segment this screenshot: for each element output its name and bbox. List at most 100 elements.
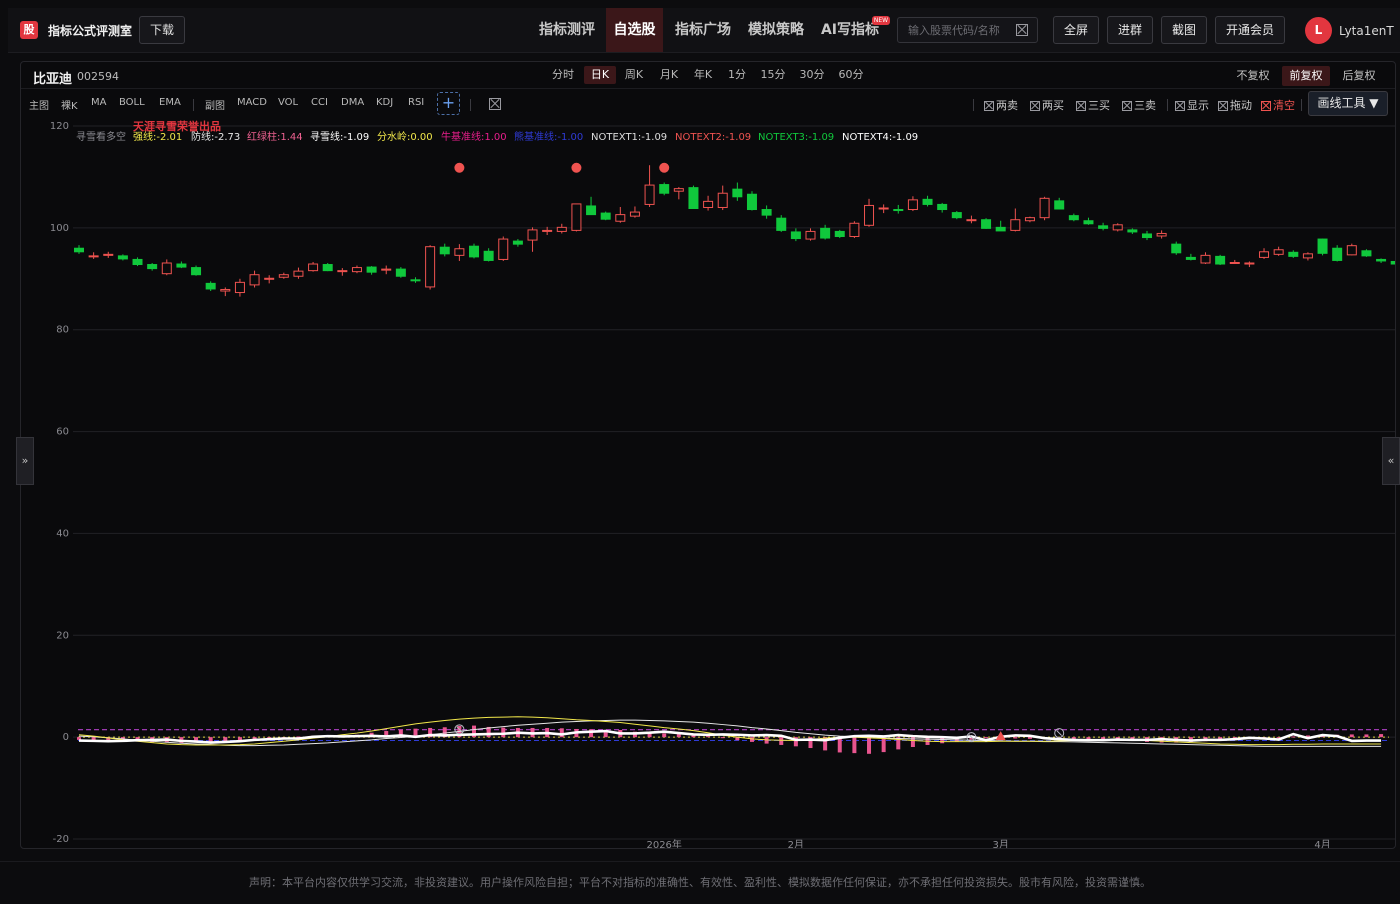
tool-two-buy[interactable]: 两买: [1030, 97, 1064, 113]
formula-name: 寻雪看多空: [76, 130, 126, 143]
histogram-bar: [1291, 736, 1296, 738]
fullscreen-button[interactable]: 全屏: [1053, 16, 1099, 44]
histogram-bar: [984, 737, 989, 739]
candle-body: [191, 267, 202, 276]
period-monthly[interactable]: 月K: [655, 66, 683, 84]
user-avatar[interactable]: L: [1305, 17, 1332, 44]
app-title[interactable]: 指标公式评测室: [48, 22, 132, 39]
watermark-text: 天涯寻雪荣誉出品: [133, 119, 221, 133]
kline-chart[interactable]: 120 100 80 60 40 20 0 -20 2026年 2月 3月 4月 天涯寻雪荣誉出品寻雪看…: [21, 62, 1395, 848]
app-logo[interactable]: 股: [20, 21, 38, 39]
period-daily[interactable]: 日K: [584, 66, 616, 84]
tool-two-sell[interactable]: 两卖: [984, 97, 1018, 113]
sub-ind-cci[interactable]: CCI: [311, 97, 328, 108]
candle-body: [264, 277, 275, 280]
signal-dot-marker: [571, 162, 582, 173]
candle-body: [776, 217, 787, 231]
period-intraday[interactable]: 分时: [548, 66, 578, 84]
toolbar-divider: [1167, 99, 1168, 111]
tool-drag[interactable]: 拖动: [1218, 97, 1252, 113]
candle-body: [1083, 220, 1094, 225]
checkbox-icon: [1122, 101, 1132, 111]
expand-right-button[interactable]: «: [1382, 437, 1400, 485]
x-tick-label: 2026年: [646, 838, 681, 848]
tool-three-buy[interactable]: 三买: [1076, 97, 1110, 113]
candle-body: [381, 268, 392, 271]
nav-watchlist[interactable]: 自选股: [606, 8, 663, 52]
stock-search-box: [897, 17, 1038, 43]
sub-chart-label: 副图: [205, 101, 225, 112]
x-tick-label: 4月: [1314, 839, 1330, 848]
period-15min[interactable]: 15分: [757, 66, 789, 84]
histogram-bar: [837, 737, 842, 753]
legend-item: 寻雪线:-1.09: [310, 130, 369, 143]
main-ind-naked-k[interactable]: 裸K: [61, 97, 78, 112]
sub-ind-vol[interactable]: VOL: [278, 97, 298, 108]
period-30min[interactable]: 30分: [796, 66, 828, 84]
nav-indicator-square[interactable]: 指标广场: [668, 8, 738, 52]
membership-button[interactable]: 开通会员: [1215, 16, 1285, 44]
stock-search-input[interactable]: [898, 18, 1020, 42]
candle-body: [293, 270, 304, 277]
drawing-tools-dropdown[interactable]: 画线工具 ▼: [1308, 91, 1388, 116]
candle-body: [659, 184, 670, 194]
tool-clear[interactable]: 清空: [1261, 97, 1295, 113]
nav-simulated-strategy[interactable]: 模拟策略: [741, 8, 811, 52]
nav-indicator-review[interactable]: 指标测评: [531, 8, 603, 52]
period-60min[interactable]: 60分: [835, 66, 867, 84]
checkbox-icon: [1076, 101, 1086, 111]
y-tick-label: 0: [63, 732, 69, 743]
new-badge: NEW: [872, 16, 890, 25]
candle-body: [322, 264, 333, 272]
candle-body: [1376, 258, 1387, 262]
candle-body: [586, 205, 597, 216]
candle-body: [717, 192, 728, 208]
tool-three-sell[interactable]: 三卖: [1122, 97, 1156, 113]
candle-body: [1215, 255, 1226, 265]
y-tick-label: 40: [56, 528, 69, 539]
candle-body: [439, 246, 450, 255]
tool-show[interactable]: 显示: [1175, 97, 1209, 113]
username[interactable]: Lyta1enT: [1339, 24, 1394, 38]
candle-body: [805, 230, 816, 240]
tool-label: 两买: [1042, 99, 1064, 112]
sub-ind-kdj[interactable]: KDJ: [376, 97, 393, 108]
candle-body: [1185, 256, 1196, 260]
candle-body: [1171, 243, 1182, 254]
candle-body: [1244, 262, 1255, 265]
candle-body: [1332, 247, 1343, 261]
expand-left-button[interactable]: »: [16, 437, 34, 485]
period-yearly[interactable]: 年K: [689, 66, 717, 84]
signal-circle-marker-cross: [1056, 730, 1063, 736]
candle-body: [995, 226, 1006, 232]
sub-ind-dma[interactable]: DMA: [341, 97, 364, 108]
histogram-bar: [1379, 734, 1384, 738]
screenshot-button[interactable]: 截图: [1161, 16, 1207, 44]
download-button[interactable]: 下载: [139, 16, 185, 44]
close-indicator-icon[interactable]: [489, 98, 501, 110]
search-clear-icon[interactable]: [1016, 24, 1028, 36]
tool-label: 清空: [1273, 99, 1295, 112]
sub-ind-macd[interactable]: MACD: [237, 97, 267, 108]
candle-body: [498, 238, 509, 260]
candle-body: [1200, 254, 1211, 264]
adjust-backward[interactable]: 后复权: [1337, 66, 1381, 86]
candle-body: [849, 222, 860, 238]
nav-ai-indicator[interactable]: AI写指标: [814, 8, 886, 52]
candle-body: [1112, 224, 1123, 231]
sub-ind-rsi[interactable]: RSI: [408, 97, 424, 108]
join-group-button[interactable]: 进群: [1107, 16, 1153, 44]
add-indicator-button[interactable]: +: [437, 92, 460, 115]
candle-body: [234, 281, 245, 294]
main-ind-ma[interactable]: MA: [91, 97, 106, 108]
candle-body: [746, 193, 757, 211]
candle-body: [220, 288, 231, 292]
period-weekly[interactable]: 周K: [620, 66, 648, 84]
adjust-forward[interactable]: 前复权: [1282, 66, 1330, 86]
candle-body: [454, 248, 465, 256]
period-1min[interactable]: 1分: [724, 66, 750, 84]
checkbox-icon: [984, 101, 994, 111]
main-ind-ema[interactable]: EMA: [159, 97, 181, 108]
main-ind-boll[interactable]: BOLL: [119, 97, 145, 108]
adjust-none[interactable]: 不复权: [1231, 66, 1275, 86]
